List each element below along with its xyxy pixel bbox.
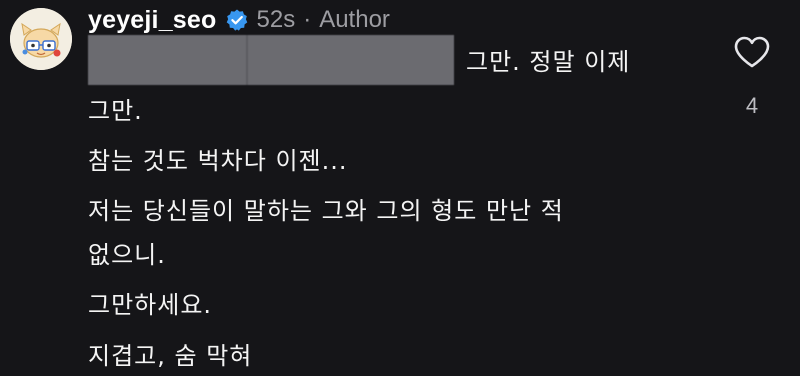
cartoon-avatar-icon xyxy=(10,8,72,70)
comment-line-text: 없으니. xyxy=(88,240,166,269)
verified-badge-icon xyxy=(225,8,249,32)
comment-line-text: 참는 것도 벅차다 이젠... xyxy=(88,146,348,175)
timestamp: 52s xyxy=(256,6,296,33)
heart-outline-icon[interactable] xyxy=(733,35,771,69)
comment-line: 그만. xyxy=(88,86,678,130)
comment-line: 참는 것도 벅차다 이젠... xyxy=(88,135,678,181)
comment-line-text: 그만하세요. xyxy=(88,290,213,319)
comment-line: 저는 당신들이 말하는 그와 그의 형도 만난 적 xyxy=(88,186,678,230)
like-area: 4 xyxy=(732,35,772,119)
comment-line-text: 그만. xyxy=(88,96,143,125)
comment-line: 없으니. xyxy=(88,230,678,274)
comment-line: 그만하세요. xyxy=(88,279,678,325)
comment-text: 그만. 정말 이제 그만. 참는 것도 벅차다 이젠... 저는 당신들이 말하… xyxy=(88,33,678,376)
avatar[interactable] xyxy=(10,8,72,70)
comment-meta: 52s · Author xyxy=(257,6,390,34)
comment-line-text: 그만. 정말 이제 xyxy=(466,48,631,76)
author-label: Author xyxy=(319,6,390,33)
comment-line-text: 저는 당신들이 말하는 그와 그의 형도 만난 적 xyxy=(88,196,564,225)
like-count: 4 xyxy=(745,93,759,118)
redaction-block xyxy=(88,34,454,85)
comment-header: yeyeji_seo 52s · Author xyxy=(88,3,390,37)
comment-line: 지겹고, 숨 막혀 xyxy=(88,330,678,376)
comment-line-text: 지겹고, 숨 막혀 xyxy=(88,341,253,370)
comment-line: 그만. 정말 이제 xyxy=(88,33,678,86)
username[interactable]: yeyeji_seo xyxy=(88,6,217,35)
meta-separator: · xyxy=(303,6,312,33)
